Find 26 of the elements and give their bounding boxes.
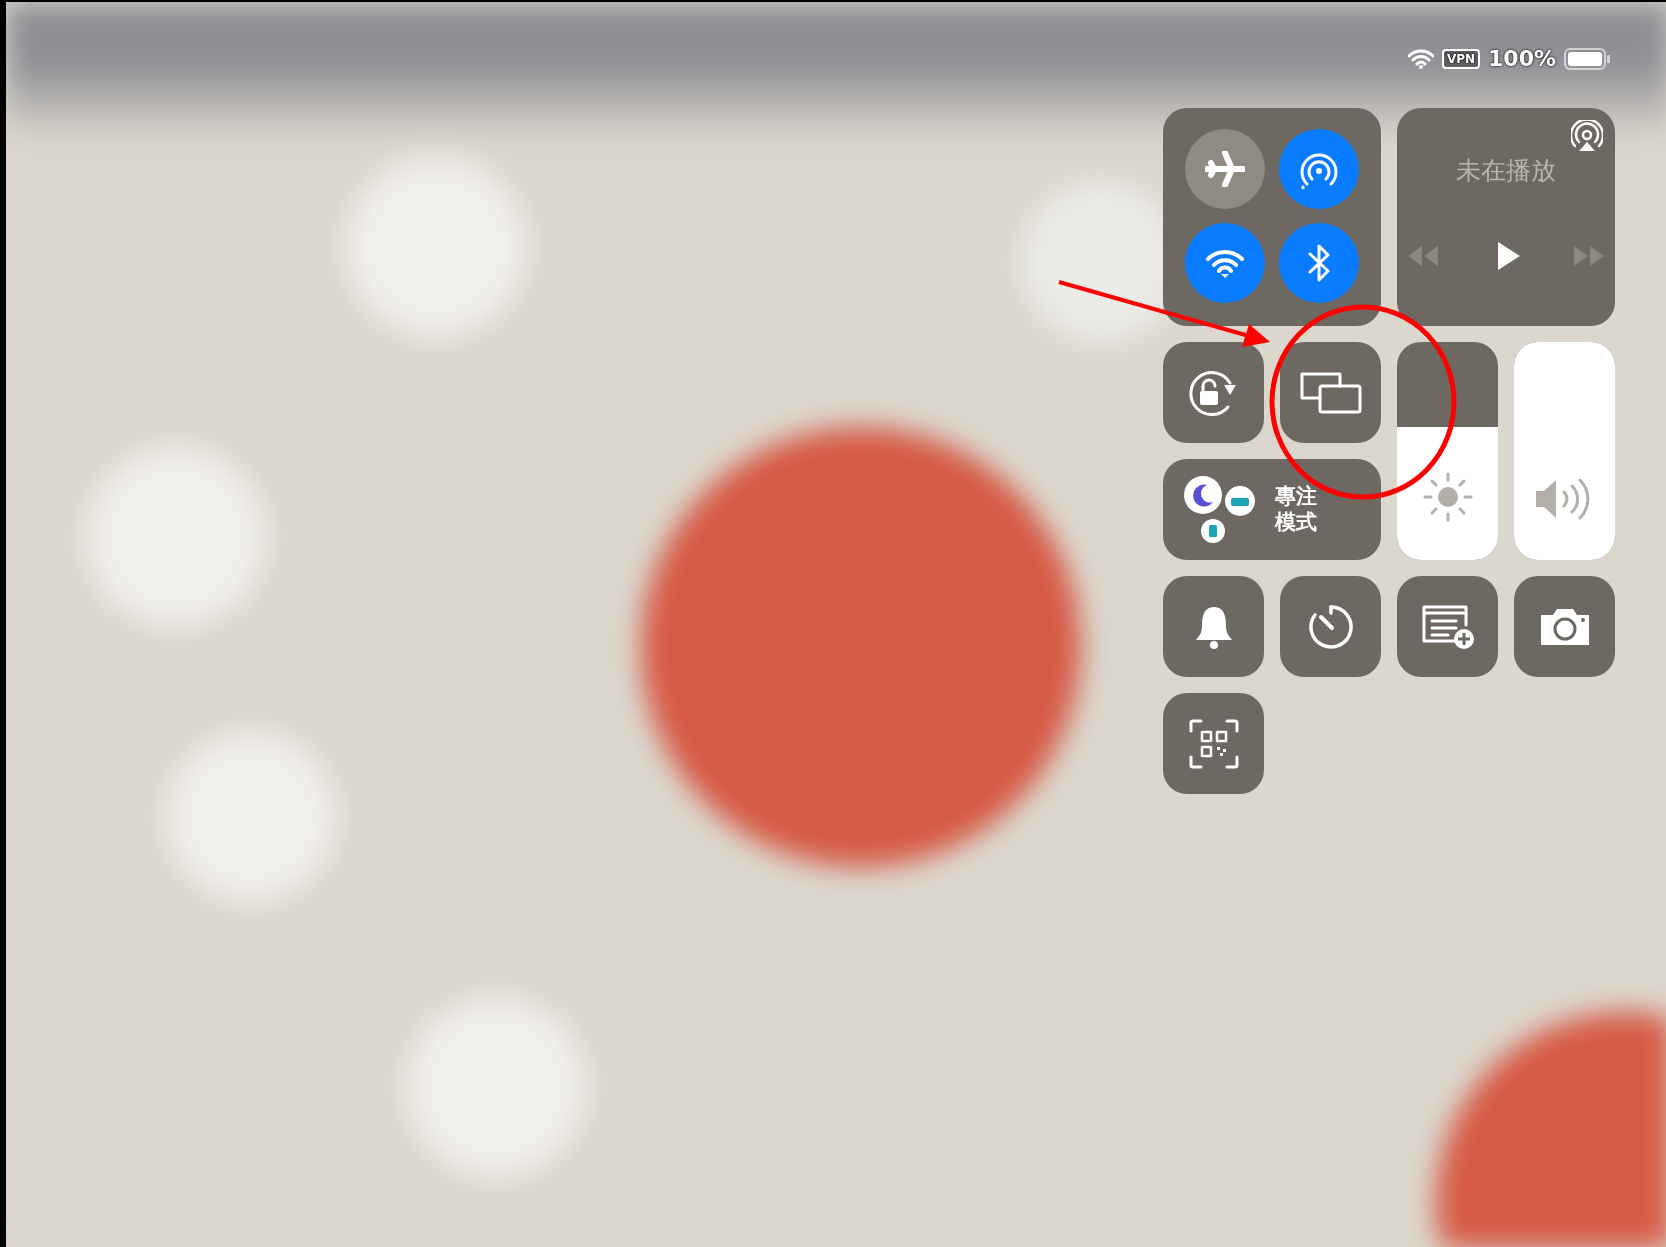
airplay-button[interactable] xyxy=(1571,120,1603,152)
wifi-icon xyxy=(1205,247,1245,279)
airplane-icon xyxy=(1205,151,1245,187)
camera-icon xyxy=(1538,606,1591,647)
brightness-icon xyxy=(1422,472,1473,522)
screen-mirroring-icon xyxy=(1299,371,1362,414)
battery-percentage: 100% xyxy=(1488,45,1556,73)
media-status-text: 未在播放 xyxy=(1456,155,1556,187)
airplay-icon xyxy=(1571,120,1603,152)
timer-button[interactable] xyxy=(1280,576,1381,677)
screen-mirroring-button[interactable] xyxy=(1280,342,1381,443)
wifi-icon xyxy=(1407,48,1434,69)
brightness-slider[interactable] xyxy=(1397,342,1498,560)
focus-mode-button[interactable]: 專注模式 xyxy=(1163,459,1381,560)
qr-scanner-button[interactable] xyxy=(1163,693,1264,794)
camera-button[interactable] xyxy=(1514,576,1615,677)
rotation-lock-button[interactable] xyxy=(1163,342,1264,443)
qr-code-icon xyxy=(1188,718,1239,769)
volume-slider[interactable] xyxy=(1514,342,1615,560)
quick-note-button[interactable] xyxy=(1397,576,1498,677)
vpn-indicator: VPN xyxy=(1441,48,1481,69)
bluetooth-icon xyxy=(1306,243,1332,283)
alert-toggle[interactable] xyxy=(1163,576,1264,677)
timer-icon xyxy=(1306,602,1355,651)
battery-icon xyxy=(1564,47,1610,70)
focus-mode-label: 專注模式 xyxy=(1273,484,1319,535)
